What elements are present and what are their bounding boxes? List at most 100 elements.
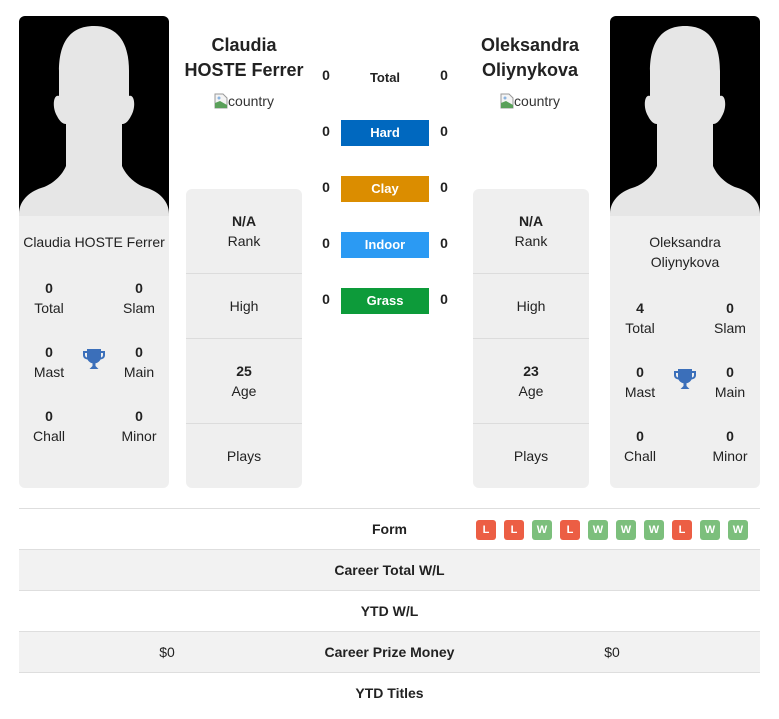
h2h-indoor-p1: 0: [322, 235, 330, 251]
h2h-total-p1: 0: [322, 67, 330, 83]
form-loss-badge[interactable]: L: [560, 520, 580, 540]
h2h-hard-p2: 0: [440, 123, 448, 139]
player2-country-flag: country: [465, 93, 595, 109]
player2-prize-money: $0: [604, 644, 620, 660]
player1-card: Claudia HOSTE Ferrer 0 Total 0 Slam 0 Ma…: [19, 16, 169, 488]
player2-plays: Plays: [473, 446, 589, 466]
h2h-clay-p1: 0: [322, 179, 330, 195]
player2-chall-titles: 0 Chall: [610, 426, 670, 466]
card-name-line2: Oliynykova: [650, 254, 720, 270]
form-row: Form LLWLWWWLWW: [19, 508, 760, 549]
player2-high: High: [473, 296, 589, 316]
player2-name[interactable]: Oleksandra Oliynykova: [465, 33, 595, 83]
form-win-badge[interactable]: W: [588, 520, 608, 540]
player1-rank: N/A Rank: [186, 211, 302, 251]
form-win-badge[interactable]: W: [700, 520, 720, 540]
h2h-total-label: Total: [369, 70, 401, 85]
divider: [186, 338, 302, 339]
career-wl-label: Career Total W/L: [334, 562, 445, 578]
info-label: Rank: [514, 233, 548, 249]
prize-money-row: $0 Career Prize Money $0: [19, 631, 760, 672]
info-label: Plays: [513, 448, 549, 464]
divider: [473, 423, 589, 424]
player1-plays: Plays: [186, 446, 302, 466]
info-label: High: [516, 298, 546, 314]
info-label: Age: [518, 383, 544, 399]
player1-chall-titles: 0 Chall: [19, 406, 79, 446]
player1-info-column: N/A Rank High 25 Age Plays: [186, 189, 302, 488]
h2h-total-p2: 0: [440, 67, 448, 83]
stat-label: Main: [123, 364, 155, 380]
player2-photo: [610, 16, 760, 216]
avatar-silhouette-icon: [610, 26, 760, 216]
form-loss-badge[interactable]: L: [672, 520, 692, 540]
form-win-badge[interactable]: W: [644, 520, 664, 540]
stat-label: Total: [625, 320, 655, 336]
player2-slam-titles: 0 Slam: [700, 298, 760, 338]
player1-name-line1: Claudia: [211, 35, 277, 55]
ytd-titles-label: YTD Titles: [355, 685, 424, 701]
player1-card-name: Claudia HOSTE Ferrer: [23, 234, 165, 250]
player1-name[interactable]: Claudia HOSTE Ferrer: [179, 33, 309, 83]
divider: [473, 338, 589, 339]
info-value: N/A: [231, 213, 257, 229]
player2-form-badges: LLWLWWWLWW: [476, 520, 748, 540]
stat-label: Total: [34, 300, 64, 316]
form-win-badge[interactable]: W: [616, 520, 636, 540]
player1-mast-titles: 0 Mast: [19, 342, 79, 382]
player1-slam-titles: 0 Slam: [109, 278, 169, 318]
player2-age: 23 Age: [473, 361, 589, 401]
player2-name-line1: Oleksandra: [480, 35, 580, 55]
h2h-indoor-p2: 0: [440, 235, 448, 251]
info-label: Age: [231, 383, 257, 399]
stat-value: 0: [636, 428, 644, 444]
form-loss-badge[interactable]: L: [504, 520, 524, 540]
stat-value: 0: [726, 300, 734, 316]
player2-name-line2: Oliynykova: [481, 60, 579, 80]
trophy-icon: [82, 347, 106, 371]
stat-value: 0: [135, 344, 143, 360]
broken-image-icon: [214, 93, 228, 109]
card-name-line1: Oleksandra: [649, 234, 721, 250]
stat-label: Chall: [33, 428, 65, 444]
form-loss-badge[interactable]: L: [476, 520, 496, 540]
player1-name-line2: HOSTE Ferrer: [184, 60, 304, 80]
stat-label: Mast: [624, 384, 656, 400]
stat-value: 4: [636, 300, 644, 316]
stat-label: Mast: [33, 364, 65, 380]
player2-main-titles: 0 Main: [700, 362, 760, 402]
h2h-grass-p2: 0: [440, 291, 448, 307]
stat-label: Slam: [123, 300, 155, 316]
surface-indoor-badge: Indoor: [341, 232, 429, 258]
stat-value: 0: [135, 280, 143, 296]
stat-label: Minor: [121, 428, 157, 444]
h2h-hard-p1: 0: [322, 123, 330, 139]
player2-card-name: Oleksandra Oliynykova: [610, 232, 760, 272]
stat-label: Slam: [714, 320, 746, 336]
form-win-badge[interactable]: W: [728, 520, 748, 540]
career-wl-row: Career Total W/L: [19, 549, 760, 590]
form-win-badge[interactable]: W: [532, 520, 552, 540]
info-label: High: [229, 298, 259, 314]
stat-value: 0: [726, 364, 734, 380]
stat-value: 0: [45, 408, 53, 424]
divider: [186, 273, 302, 274]
surface-grass-badge: Grass: [341, 288, 429, 314]
player1-photo: [19, 16, 169, 216]
stat-value: 0: [45, 344, 53, 360]
stat-value: 0: [45, 280, 53, 296]
surface-hard-badge: Hard: [341, 120, 429, 146]
stat-value: 0: [636, 364, 644, 380]
player1-main-titles: 0 Main: [109, 342, 169, 382]
player1-minor-titles: 0 Minor: [109, 406, 169, 446]
avatar-silhouette-icon: [19, 26, 169, 216]
info-label: Rank: [227, 233, 261, 249]
info-label: Plays: [226, 448, 262, 464]
player2-mast-titles: 0 Mast: [610, 362, 670, 402]
player2-info-column: N/A Rank High 23 Age Plays: [473, 189, 589, 488]
player2-minor-titles: 0 Minor: [700, 426, 760, 466]
player2-rank: N/A Rank: [473, 211, 589, 251]
info-value: N/A: [518, 213, 544, 229]
player2-card: Oleksandra Oliynykova 4 Total 0 Slam 0 M…: [610, 16, 760, 488]
player1-total-titles: 0 Total: [19, 278, 79, 318]
